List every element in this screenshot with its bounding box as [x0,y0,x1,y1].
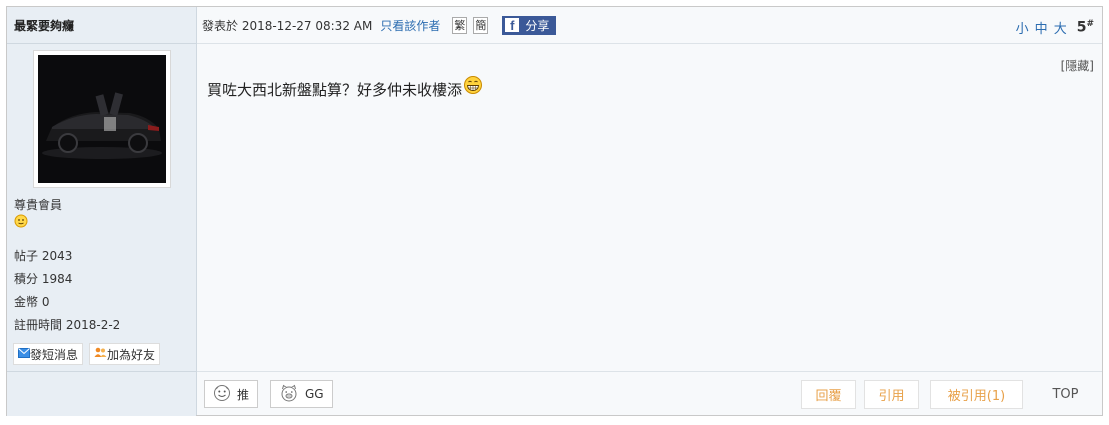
post-frame: 最緊要夠癮 尊貴會員 帖子 2043 積分 1984 金幣 0 註冊時間 201… [6,6,1103,416]
quoted-by-button[interactable]: 被引用(1) [930,380,1023,409]
reply-button[interactable]: 回覆 [801,380,856,409]
user-actions: 發短消息 加為好友 [13,343,161,365]
traditional-button[interactable]: 繁 [452,16,468,34]
font-size-controls: 小 中 大 5# [1016,18,1094,37]
avatar-image [38,55,166,183]
push-button[interactable]: 推 [204,380,259,408]
avatar[interactable] [33,50,171,188]
stat-posts: 帖子 2043 [14,249,73,263]
only-author-link[interactable]: 只看該作者 [380,17,440,34]
post-text: 買咗大西北新盤點算？好多仲未收樓添 [207,81,463,99]
thumbs-face-icon [213,384,231,405]
post-content: 買咗大西北新盤點算？好多仲未收樓添 [207,75,483,100]
mail-icon [18,347,30,361]
author-name[interactable]: 最緊要夠癮 [7,7,196,44]
quote-button[interactable]: 引用 [864,380,919,409]
post-date: 發表於 2018-12-27 08:32 AM [202,18,373,33]
author-footer [7,371,196,416]
add-friend-button[interactable]: 加為好友 [89,343,161,365]
gg-button[interactable]: GG [270,380,333,408]
stat-coins: 金幣 0 [14,295,50,309]
grin-emoji-icon [462,75,483,99]
facebook-icon: f [505,18,520,32]
stat-registered: 註冊時間 2018-2-2 [14,318,121,332]
hide-post-link[interactable]: [隱藏] [1061,57,1094,74]
pig-icon [279,384,299,405]
user-rank: 尊貴會員 [14,198,63,212]
facebook-share-button[interactable]: f 分享 [502,15,557,35]
post-footer: 推 GG 回覆 引用 被引用(1) TOP [197,371,1102,415]
car-image-icon [38,55,166,183]
floor-number[interactable]: 5# [1077,19,1094,36]
font-large-link[interactable]: 大 [1054,18,1067,37]
user-stats: 帖子 2043 積分 1984 金幣 0 註冊時間 2018-2-2 [14,245,120,337]
author-panel: 最緊要夠癮 尊貴會員 帖子 2043 積分 1984 金幣 0 註冊時間 201… [7,7,197,416]
post-header: 發表於 2018-12-27 08:32 AM 只看該作者 繁 簡 f 分享 小… [197,7,1102,44]
back-to-top-button[interactable]: TOP [1033,380,1098,409]
send-message-button[interactable]: 發短消息 [13,343,84,365]
smiley-icon [14,214,28,231]
friends-icon [94,347,107,361]
stat-points: 積分 1984 [14,272,73,286]
font-medium-link[interactable]: 中 [1035,18,1048,37]
simplified-button[interactable]: 簡 [473,16,489,34]
font-small-link[interactable]: 小 [1016,18,1029,37]
